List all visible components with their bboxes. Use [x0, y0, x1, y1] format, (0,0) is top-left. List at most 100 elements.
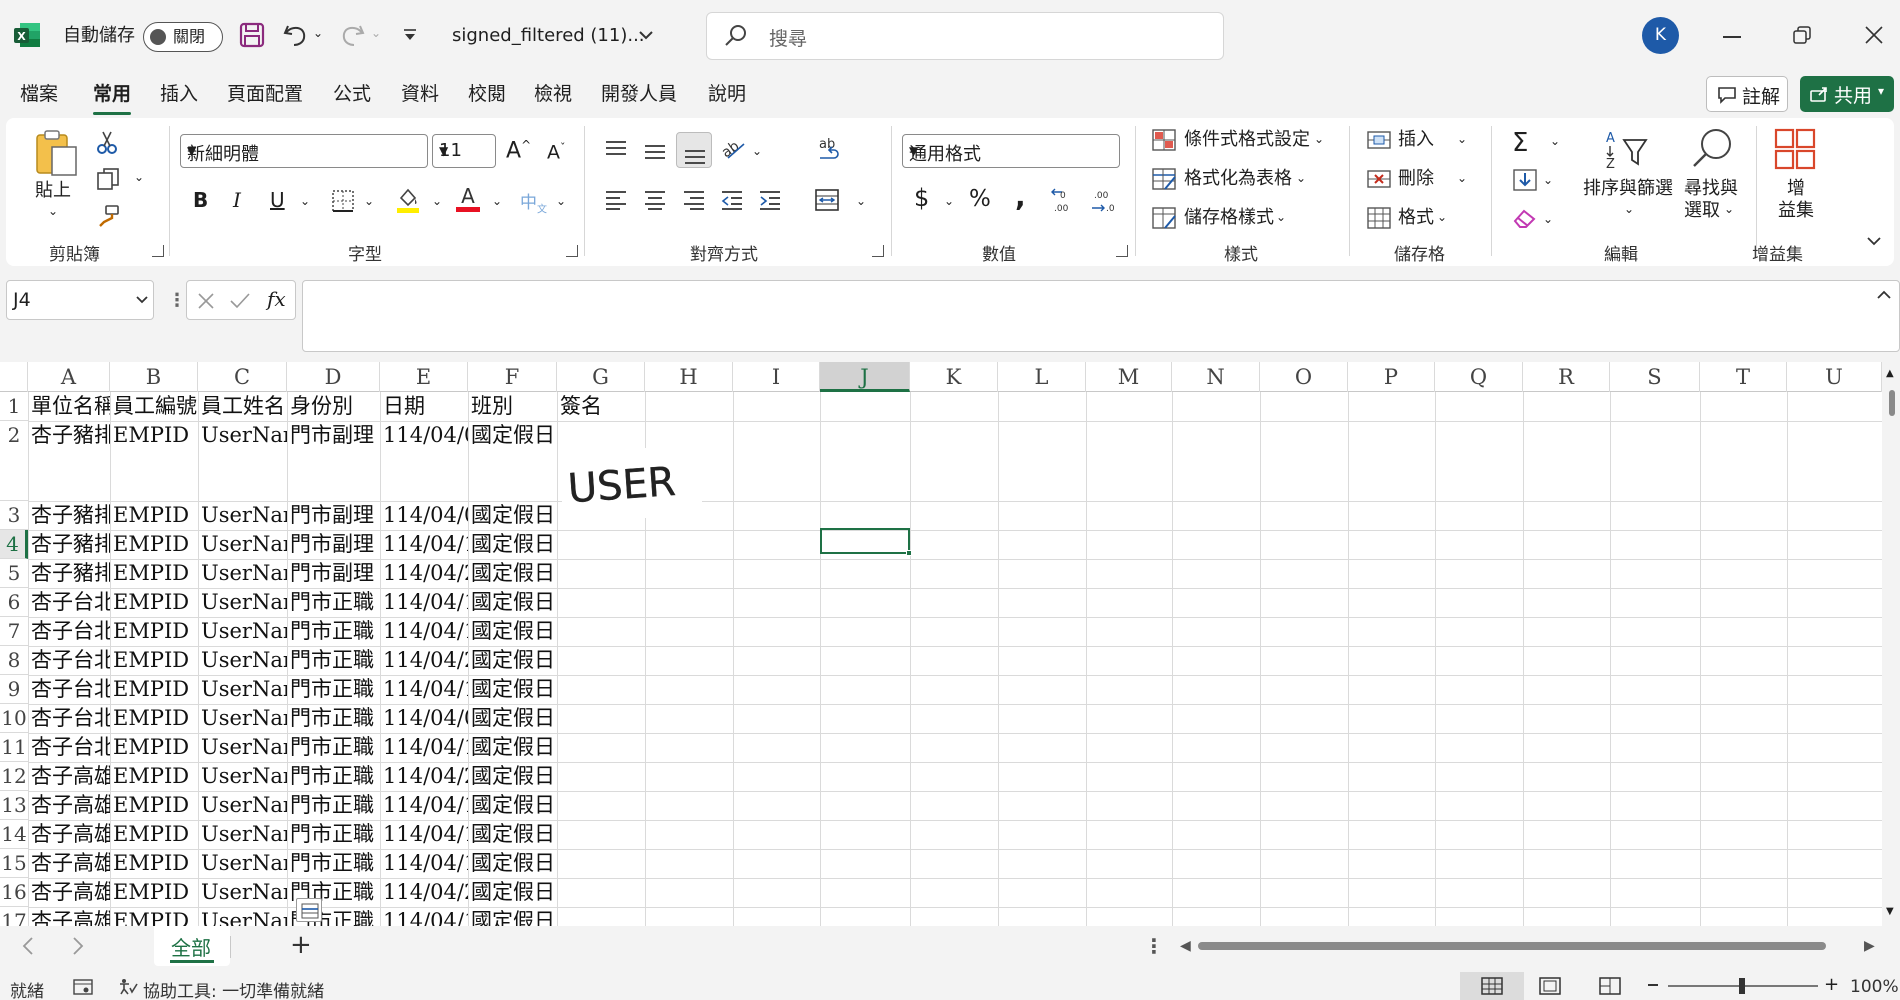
- find-select-icon[interactable]: [1688, 126, 1736, 174]
- collapse-formula-bar-icon[interactable]: [1876, 290, 1892, 300]
- cell-a7[interactable]: 杏子台北: [31, 617, 110, 645]
- conditional-formatting-icon[interactable]: [1151, 128, 1177, 152]
- tab-page-layout[interactable]: 頁面配置: [227, 80, 303, 108]
- tab-view[interactable]: 檢視: [534, 80, 572, 108]
- worksheet-grid[interactable]: ABCDEFGHIJKLMNOPQRSTU 1 2 3 4 5 6 7 8 9 10 11 12 13 1…: [0, 362, 1900, 926]
- cell-b5[interactable]: EMPID: [113, 559, 198, 587]
- cell-f4[interactable]: 國定假日: [471, 530, 559, 558]
- font-color-dropdown-icon[interactable]: ⌄: [492, 194, 502, 208]
- cell-e14[interactable]: 114/04/10: [383, 820, 468, 848]
- scroll-right-icon[interactable]: ▶: [1864, 938, 1875, 954]
- page-break-view-icon[interactable]: [1599, 977, 1621, 995]
- cell-e16[interactable]: 114/04/23: [383, 878, 468, 906]
- align-right-icon[interactable]: [682, 190, 706, 210]
- tab-file[interactable]: 檔案: [20, 80, 58, 108]
- name-box-dropdown-icon[interactable]: [135, 295, 149, 305]
- cell-f17[interactable]: 國定假日: [471, 907, 559, 926]
- wrap-text-icon[interactable]: ab: [816, 136, 842, 164]
- vertical-scroll-thumb[interactable]: [1889, 390, 1895, 416]
- cell-a16[interactable]: 杏子高雄: [31, 878, 110, 906]
- alignment-launcher-icon[interactable]: [872, 245, 884, 257]
- row-header-16[interactable]: 16: [0, 878, 28, 907]
- cell-a11[interactable]: 杏子台北: [31, 733, 110, 761]
- row-header-4[interactable]: 4: [0, 530, 28, 559]
- add-ins-label-2[interactable]: 益集: [1778, 200, 1814, 222]
- align-top-icon[interactable]: [604, 140, 628, 160]
- cell-f3[interactable]: 國定假日: [471, 501, 559, 529]
- cell-styles-label[interactable]: 儲存格樣式: [1184, 207, 1274, 229]
- column-header-p[interactable]: P: [1348, 362, 1435, 392]
- cell-e11[interactable]: 114/04/19: [383, 733, 468, 761]
- increase-font-icon[interactable]: A^: [506, 138, 531, 163]
- cell-d1[interactable]: 身份別: [290, 392, 380, 420]
- merge-dropdown-icon[interactable]: ⌄: [856, 194, 866, 208]
- fill-dropdown-icon[interactable]: ⌄: [1543, 173, 1553, 187]
- cell-f12[interactable]: 國定假日: [471, 762, 559, 790]
- scroll-down-icon[interactable]: ▼: [1886, 906, 1894, 917]
- underline-dropdown-icon[interactable]: ⌄: [300, 194, 310, 208]
- currency-dropdown-icon[interactable]: ⌄: [944, 194, 954, 208]
- name-box[interactable]: J4: [6, 280, 154, 320]
- cell-c16[interactable]: UserName: [201, 878, 287, 906]
- column-header-e[interactable]: E: [380, 362, 468, 392]
- row-header-17[interactable]: 17: [0, 907, 28, 926]
- cell-d5[interactable]: 門市副理: [290, 559, 380, 587]
- cell-c12[interactable]: UserName: [201, 762, 287, 790]
- cell-d14[interactable]: 門市正職: [290, 820, 380, 848]
- cell-c13[interactable]: UserName: [201, 791, 287, 819]
- redo-dropdown-icon[interactable]: ⌄: [371, 26, 381, 40]
- cell-d11[interactable]: 門市正職: [290, 733, 380, 761]
- cell-c3[interactable]: UserName: [201, 501, 287, 529]
- number-launcher-icon[interactable]: [1116, 245, 1128, 257]
- cut-icon[interactable]: [96, 130, 118, 154]
- font-name-combo[interactable]: 新細明體 ▼: [180, 134, 428, 168]
- cell-d9[interactable]: 門市正職: [290, 675, 380, 703]
- sort-filter-icon[interactable]: AZ: [1604, 128, 1652, 172]
- cell-e7[interactable]: 114/04/11: [383, 617, 468, 645]
- scroll-left-icon[interactable]: ◀: [1180, 938, 1191, 954]
- row-header-1[interactable]: 1: [0, 392, 28, 421]
- tab-data[interactable]: 資料: [401, 80, 439, 108]
- cell-f6[interactable]: 國定假日: [471, 588, 559, 616]
- font-size-combo[interactable]: 11 ▼: [432, 134, 496, 168]
- cell-a8[interactable]: 杏子台北: [31, 646, 110, 674]
- insert-cells-label[interactable]: 插入: [1398, 129, 1434, 151]
- vertical-scrollbar[interactable]: ▲ ▼: [1882, 362, 1900, 926]
- tab-home[interactable]: 常用: [93, 80, 131, 108]
- borders-icon[interactable]: [332, 190, 354, 212]
- decrease-indent-icon[interactable]: [720, 190, 744, 210]
- decrease-decimal-icon[interactable]: .00.0: [1090, 186, 1118, 214]
- row-header-3[interactable]: 3: [0, 501, 28, 530]
- cell-b3[interactable]: EMPID: [113, 501, 198, 529]
- column-header-d[interactable]: D: [287, 362, 380, 392]
- column-header-h[interactable]: H: [645, 362, 733, 392]
- macro-recording-icon[interactable]: [72, 978, 94, 996]
- cell-d15[interactable]: 門市正職: [290, 849, 380, 877]
- copy-dropdown-icon[interactable]: ⌄: [134, 170, 144, 184]
- percent-button[interactable]: %: [969, 186, 991, 212]
- merge-center-icon[interactable]: [814, 188, 840, 212]
- horizontal-scroll-thumb[interactable]: [1198, 942, 1826, 950]
- cell-e1[interactable]: 日期: [383, 392, 468, 420]
- cell-d4[interactable]: 門市副理: [290, 530, 380, 558]
- cell-f13[interactable]: 國定假日: [471, 791, 559, 819]
- autosum-icon[interactable]: Σ: [1512, 128, 1528, 158]
- fill-icon[interactable]: [1512, 168, 1538, 192]
- find-select-label-1[interactable]: 尋找與: [1684, 178, 1738, 200]
- tab-formulas[interactable]: 公式: [333, 80, 371, 108]
- bold-button[interactable]: B: [193, 188, 208, 212]
- cell-e10[interactable]: 114/04/08: [383, 704, 468, 732]
- column-header-s[interactable]: S: [1610, 362, 1700, 392]
- font-color-icon[interactable]: A: [455, 184, 481, 214]
- insert-function-button[interactable]: fx: [267, 287, 286, 311]
- cell-e3[interactable]: 114/04/02: [383, 501, 468, 529]
- undo-icon[interactable]: [282, 22, 310, 48]
- cell-e6[interactable]: 114/04/18: [383, 588, 468, 616]
- insert-cells-icon[interactable]: [1366, 128, 1392, 152]
- cell-a5[interactable]: 杏子豬排: [31, 559, 110, 587]
- cell-a10[interactable]: 杏子台北: [31, 704, 110, 732]
- cell-e8[interactable]: 114/04/27: [383, 646, 468, 674]
- cell-e5[interactable]: 114/04/25: [383, 559, 468, 587]
- scroll-up-icon[interactable]: ▲: [1886, 368, 1894, 379]
- clipboard-launcher-icon[interactable]: [152, 245, 164, 257]
